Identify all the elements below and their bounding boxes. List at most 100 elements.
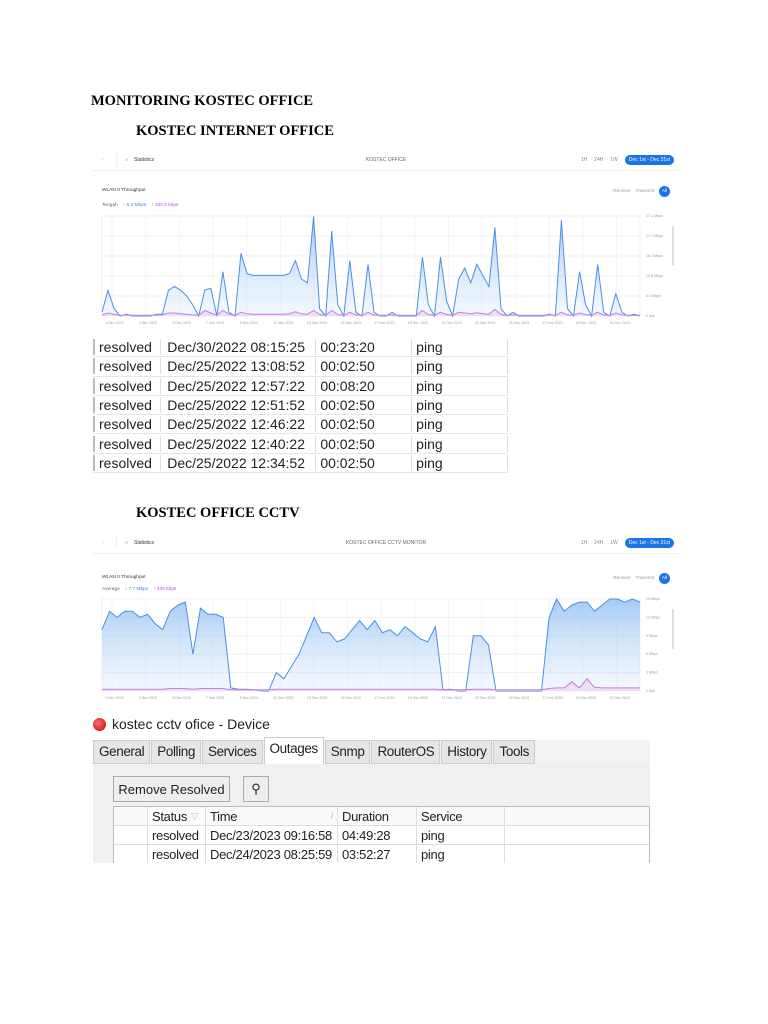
- filter-transmit[interactable]: Transmit: [636, 576, 654, 581]
- column-service[interactable]: Service: [417, 807, 505, 825]
- x-tick-label: 7 Dec 2023: [206, 696, 224, 700]
- range-1h[interactable]: 1H: [581, 540, 587, 546]
- table-row[interactable]: resolved Dec/25/2022 12:34:52 00:02:50 ping: [93, 454, 509, 474]
- y-tick-label: 16.2 Mbps: [646, 254, 663, 258]
- duration-cell: 00:02:50: [316, 358, 413, 375]
- tab-outages[interactable]: Outages: [263, 737, 324, 764]
- stats-screenshot-cctv: ‹ ○ Statistics KOSTEC OFFICE CCTV MONITO…: [92, 533, 680, 703]
- range-custom[interactable]: Dec 1st - Dec 31st: [624, 538, 674, 548]
- table-row[interactable]: resolved Dec/25/2022 12:46:22 00:02:50 ping: [93, 415, 509, 435]
- table-row[interactable]: resolved Dec/25/2022 12:51:52 00:02:50 ping: [93, 396, 509, 416]
- status-cell: resolved: [93, 454, 162, 471]
- duration-cell: 00:08:20: [316, 377, 413, 394]
- tab-tools[interactable]: Tools: [493, 740, 535, 764]
- x-tick-label: 5 Dec 2023: [172, 321, 190, 325]
- x-tick-label: 19 Dec 2023: [408, 321, 428, 325]
- tab-services[interactable]: Services: [201, 740, 263, 764]
- y-tick-label: 5.4 Mbps: [646, 294, 661, 298]
- table-row[interactable]: resolved Dec/24/2023 08:25:59 03:52:27 ping: [114, 845, 649, 863]
- range-24h[interactable]: 24H: [594, 157, 603, 163]
- duration-cell: 00:02:50: [316, 454, 413, 471]
- y-tick-label: 27.1 Mbps: [646, 214, 663, 218]
- time-cell: Dec/25/2022 12:57:22: [161, 377, 317, 394]
- x-tick-label: 17 Dec 2023: [374, 696, 394, 700]
- legend-label: Average: [102, 587, 120, 592]
- service-cell: ping: [412, 397, 509, 414]
- y-tick-label: 12 Mbps: [646, 615, 660, 619]
- back-icon[interactable]: ‹: [102, 157, 116, 163]
- y-tick-label: 0 bps: [646, 314, 655, 318]
- outages-table-cctv: Status ▽ Time / Duration Service resolved D…: [113, 806, 650, 863]
- series-area-receive: [102, 216, 640, 316]
- range-1h[interactable]: 1H: [581, 157, 587, 163]
- statistics-dropdown[interactable]: Statistics: [134, 540, 154, 546]
- search-icon[interactable]: ○: [125, 157, 128, 163]
- duration-cell: 00:02:50: [316, 416, 413, 433]
- filter-transmit[interactable]: Transmit: [636, 189, 654, 194]
- filter-receive[interactable]: Receive: [613, 189, 630, 194]
- back-icon[interactable]: ‹: [102, 540, 116, 546]
- status-cell: resolved: [93, 435, 162, 452]
- tab-history[interactable]: History: [441, 740, 493, 764]
- tab-bar: General Polling Services Outages Snmp RouterO…: [93, 737, 650, 764]
- tab-routeros[interactable]: RouterOS: [371, 740, 441, 764]
- column-time[interactable]: Time /: [206, 807, 338, 825]
- service-cell: ping: [412, 435, 509, 452]
- document-page: MONITORING KOSTEC OFFICE KOSTEC INTERNET…: [0, 0, 768, 1024]
- status-cell: resolved: [93, 416, 162, 433]
- range-1w[interactable]: 1W: [610, 157, 618, 163]
- table-row[interactable]: resolved Dec/23/2023 09:16:58 04:49:28 ping: [114, 826, 649, 845]
- column-status[interactable]: Status ▽: [148, 807, 206, 825]
- tab-polling[interactable]: Polling: [151, 740, 201, 764]
- statistics-dropdown[interactable]: Statistics: [134, 157, 154, 163]
- y-tick-label: 6 Mbps: [646, 652, 658, 656]
- table-row[interactable]: resolved Dec/25/2022 13:08:52 00:02:50 ping: [93, 357, 509, 377]
- range-1w[interactable]: 1W: [610, 540, 618, 546]
- search-icon[interactable]: ○: [125, 540, 128, 546]
- legend-label: Tengah: [102, 203, 118, 208]
- service-cell: ping: [417, 826, 505, 844]
- remove-resolved-button[interactable]: Remove Resolved: [113, 776, 230, 802]
- y-tick-label: 0 bps: [646, 689, 655, 693]
- time-cell: Dec/25/2022 12:40:22: [161, 435, 317, 452]
- x-tick-label: 17 Dec 2023: [374, 321, 394, 325]
- scrollbar[interactable]: [672, 226, 674, 266]
- x-tick-label: 21 Dec 2023: [441, 696, 461, 700]
- device-window: kostec cctv ofice - Device General Pollin…: [93, 713, 650, 863]
- x-tick-label: 25 Dec 2023: [509, 321, 529, 325]
- range-custom[interactable]: Dec 1st - Dec 31st: [624, 155, 674, 165]
- duration-cell: 00:02:50: [316, 435, 413, 452]
- duration-cell: 03:52:27: [338, 845, 417, 863]
- x-tick-label: 1 Dec 2023: [105, 696, 123, 700]
- filter-all[interactable]: All: [659, 573, 670, 584]
- filter-receive[interactable]: Receive: [613, 576, 630, 581]
- x-tick-label: 19 Dec 2023: [408, 696, 428, 700]
- x-tick-label: 7 Dec 2023: [206, 321, 224, 325]
- table-row[interactable]: resolved Dec/25/2022 12:57:22 00:08:20 ping: [93, 377, 509, 396]
- tab-general[interactable]: General: [93, 740, 151, 764]
- throughput-chart-cctv: 0 bps 3 Mbps 6 Mbps 9 Mbps 12 Mbps 15 Mbps 1 D…: [101, 597, 674, 700]
- y-tick-label: 10.8 Mbps: [646, 274, 663, 278]
- filter-all[interactable]: All: [659, 186, 670, 197]
- binoculars-icon[interactable]: ⚲: [243, 776, 269, 802]
- x-tick-label: 15 Dec 2023: [340, 321, 360, 325]
- card-title: WLAN 0 Throughput: [102, 188, 146, 193]
- y-tick-label: 21.7 Mbps: [646, 234, 663, 238]
- range-24h[interactable]: 24H: [594, 540, 603, 546]
- table-row[interactable]: resolved Dec/25/2022 12:40:22 00:02:50 ping: [93, 434, 509, 454]
- section-title-cctv: KOSTEC OFFICE CCTV: [136, 505, 300, 521]
- x-tick-label: 15 Dec 2023: [340, 696, 360, 700]
- time-cell: Dec/25/2022 12:51:52: [161, 397, 317, 414]
- tab-snmp[interactable]: Snmp: [324, 740, 371, 764]
- service-cell: ping: [417, 845, 505, 863]
- table-row[interactable]: resolved Dec/30/2022 08:15:25 00:23:20 ping: [93, 338, 509, 358]
- y-tick-label: 3 Mbps: [646, 671, 658, 675]
- time-cell: Dec/25/2022 13:08:52: [161, 358, 317, 375]
- upload-rate: ↑ 330.5 kbps: [151, 203, 179, 208]
- device-title: KOSTEC OFFICE: [365, 157, 407, 163]
- duration-cell: 04:49:28: [338, 826, 417, 844]
- time-cell: Dec/25/2022 12:34:52: [161, 454, 317, 471]
- y-tick-label: 15 Mbps: [646, 597, 660, 601]
- scrollbar[interactable]: [672, 609, 674, 649]
- column-duration[interactable]: Duration: [338, 807, 417, 825]
